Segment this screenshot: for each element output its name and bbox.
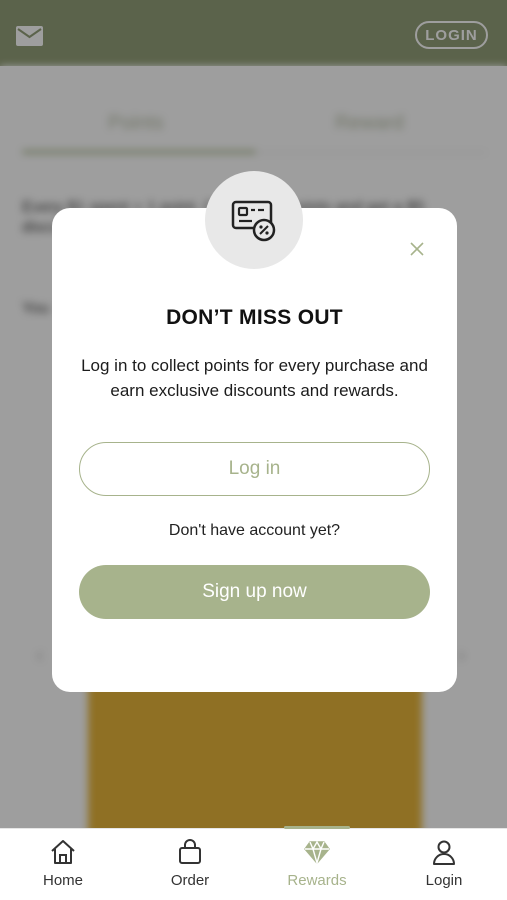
login-prompt-modal: DON’T MISS OUT Log in to collect points …: [52, 171, 457, 692]
bag-icon: [179, 839, 201, 864]
user-icon: [433, 840, 455, 865]
no-account-text: Don't have account yet?: [168, 522, 341, 539]
diamond-icon: [304, 840, 330, 866]
signup-button[interactable]: Sign up now: [79, 565, 430, 619]
close-button[interactable]: [406, 238, 428, 260]
nav-label-order: Order: [170, 872, 210, 889]
nav-item-order[interactable]: Order: [127, 829, 253, 900]
modal-title: DON’T MISS OUT: [166, 306, 343, 329]
nav-label-home: Home: [42, 872, 83, 889]
modal-message: Log in to collect points for every purch…: [81, 356, 428, 400]
nav-item-login[interactable]: Login: [381, 829, 507, 900]
nav-label-login: Login: [425, 872, 463, 889]
nav-label-rewards: Rewards: [287, 872, 347, 889]
bottom-nav: Home Order Rewards Login: [0, 826, 507, 900]
discount-card-icon-badge: [205, 171, 303, 269]
modal-login-button[interactable]: Log in: [79, 442, 430, 496]
nav-item-home[interactable]: Home: [0, 829, 126, 900]
nav-item-rewards[interactable]: Rewards: [254, 829, 380, 900]
home-icon: [51, 840, 75, 864]
close-icon: [410, 242, 424, 256]
discount-card-icon: [231, 200, 276, 242]
